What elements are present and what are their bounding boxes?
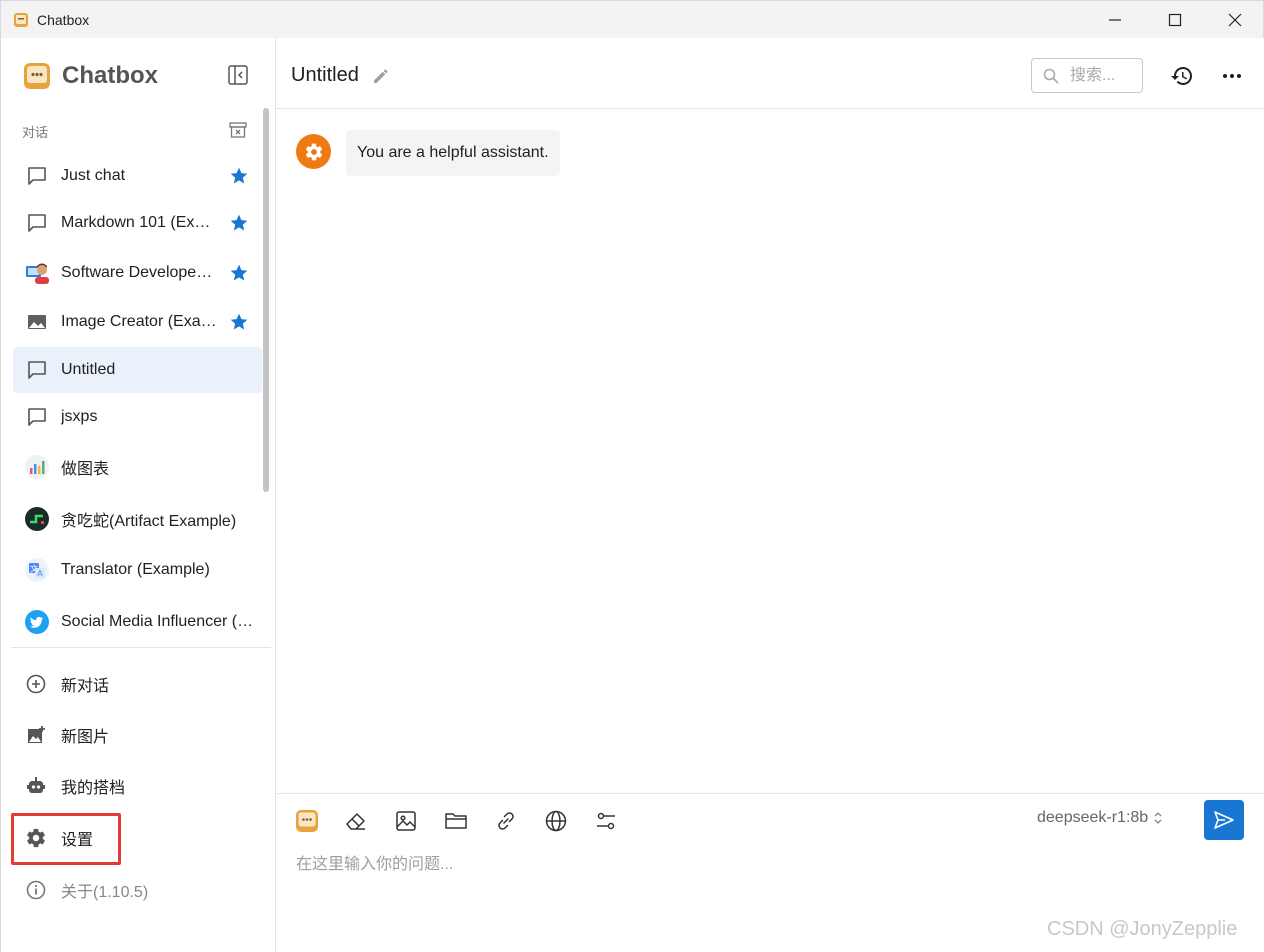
attach-image-button[interactable]	[393, 808, 419, 834]
chat-bubble-icon	[24, 163, 50, 189]
brand: Chatbox	[23, 62, 158, 90]
history-icon[interactable]	[1170, 64, 1194, 88]
conversation-label: Just chat	[61, 167, 126, 184]
star-icon[interactable]	[229, 213, 249, 233]
chatbox-logo-icon	[296, 810, 318, 832]
conversation-item[interactable]: Just chat	[13, 153, 262, 199]
conversation-label: Social Media Influencer (Example)	[61, 613, 259, 630]
conversation-item[interactable]: jsxps	[13, 394, 262, 440]
maximize-icon	[1168, 13, 1182, 27]
send-button[interactable]	[1204, 800, 1244, 840]
conversation-item[interactable]: Image Creator (Example)	[13, 299, 262, 345]
watermark: CSDN @JonyZepplie	[1047, 918, 1238, 940]
robot-icon	[25, 775, 47, 797]
chat-bubble-icon	[24, 357, 50, 383]
copilot-picker-button[interactable]	[294, 808, 320, 834]
conversation-label: Markdown 101 (Example)	[61, 214, 217, 231]
minimize-icon	[1109, 19, 1121, 21]
conversation-item[interactable]: Software Developer (Example)	[13, 250, 262, 296]
image-icon	[24, 309, 50, 335]
close-icon	[1228, 13, 1242, 27]
sidebar: Chatbox 对话 Just chat Markdown 101 (Examp…	[0, 38, 276, 952]
my-copilots-button[interactable]: 我的搭档	[13, 763, 262, 809]
search-box[interactable]	[1031, 58, 1143, 93]
translate-avatar-icon: 文 A	[24, 557, 50, 583]
chat-settings-button[interactable]	[593, 808, 619, 834]
send-icon	[1214, 811, 1234, 829]
about-label: 关于(1.10.5)	[61, 884, 149, 901]
new-chat-button[interactable]: 新对话	[13, 661, 262, 707]
conversation-label: jsxps	[61, 408, 98, 425]
web-search-button[interactable]	[543, 808, 569, 834]
clear-conversations-icon[interactable]	[229, 122, 247, 138]
conversation-label: 做图表	[61, 461, 110, 478]
attach-link-button[interactable]	[493, 808, 519, 834]
clear-context-button[interactable]	[343, 808, 369, 834]
brand-name: Chatbox	[62, 62, 158, 89]
info-icon	[25, 879, 47, 901]
conversation-label: 贪吃蛇(Artifact Example)	[61, 513, 237, 530]
chatbox-logo-icon	[24, 63, 50, 89]
add-circle-icon	[25, 673, 47, 695]
conversation-item[interactable]: 做图表	[13, 444, 262, 490]
eraser-icon	[346, 813, 365, 830]
link-icon	[498, 812, 514, 830]
add-image-icon	[25, 724, 47, 746]
star-icon[interactable]	[229, 263, 249, 283]
conversation-label: Untitled	[61, 361, 116, 378]
unfold-chevron-icon	[1154, 812, 1162, 824]
my-copilots-label: 我的搭档	[61, 780, 126, 797]
conversation-item-active[interactable]: Untitled	[13, 347, 262, 393]
sliders-icon	[597, 812, 615, 830]
new-image-label: 新图片	[61, 729, 110, 746]
conversations-section-label: 对话	[22, 125, 49, 140]
new-chat-label: 新对话	[61, 678, 110, 695]
collapse-sidebar-icon[interactable]	[227, 64, 249, 86]
star-icon[interactable]	[229, 166, 249, 186]
twitter-avatar-icon	[24, 609, 50, 635]
sidebar-divider	[11, 647, 271, 648]
conversation-label: Software Developer (Example)	[61, 264, 217, 281]
star-icon[interactable]	[229, 312, 249, 332]
sidebar-scrollbar[interactable]	[263, 108, 269, 492]
chat-header: Untitled	[276, 38, 1264, 109]
conversation-item[interactable]: 文 A Translator (Example)	[13, 547, 262, 593]
model-name: deepseek-r1:8b	[1037, 809, 1149, 826]
system-message[interactable]: You are a helpful assistant.	[346, 130, 560, 176]
chat-bubble-icon	[24, 404, 50, 430]
globe-icon	[545, 810, 567, 832]
svg-text:A: A	[37, 569, 43, 578]
search-icon	[1043, 68, 1059, 84]
new-image-button[interactable]: 新图片	[13, 712, 262, 758]
maximize-button[interactable]	[1147, 1, 1203, 39]
conversation-item[interactable]: Social Media Influencer (Example)	[13, 599, 262, 645]
conversation-label: Translator (Example)	[61, 561, 210, 578]
more-options-icon[interactable]	[1220, 64, 1244, 88]
attach-file-button[interactable]	[443, 808, 469, 834]
conversation-item[interactable]: Markdown 101 (Example)	[13, 200, 262, 246]
search-input[interactable]	[1070, 65, 1140, 87]
window-titlebar: Chatbox	[0, 0, 1264, 38]
settings-highlight-box	[11, 813, 121, 865]
chart-avatar-icon	[24, 454, 50, 480]
system-avatar	[296, 134, 331, 169]
edit-title-icon[interactable]	[372, 67, 390, 85]
close-window-button[interactable]	[1207, 1, 1263, 39]
image-icon	[396, 811, 416, 831]
conversation-label: Image Creator (Example)	[61, 313, 217, 330]
gear-icon	[305, 143, 322, 160]
main-panel: Untitled You are a helpful assistant.	[276, 38, 1264, 952]
about-button[interactable]: 关于(1.10.5)	[13, 867, 262, 913]
conversation-item[interactable]: 贪吃蛇(Artifact Example)	[13, 496, 262, 542]
model-selector[interactable]: deepseek-r1:8b	[1037, 809, 1163, 827]
chatbox-app-icon	[14, 13, 28, 27]
chat-bubble-icon	[24, 210, 50, 236]
developer-avatar-icon	[24, 260, 50, 286]
chat-title: Untitled	[291, 64, 359, 86]
window-title: Chatbox	[37, 12, 90, 28]
minimize-button[interactable]	[1087, 1, 1143, 39]
snake-game-avatar-icon	[24, 506, 50, 532]
folder-icon	[445, 813, 467, 829]
